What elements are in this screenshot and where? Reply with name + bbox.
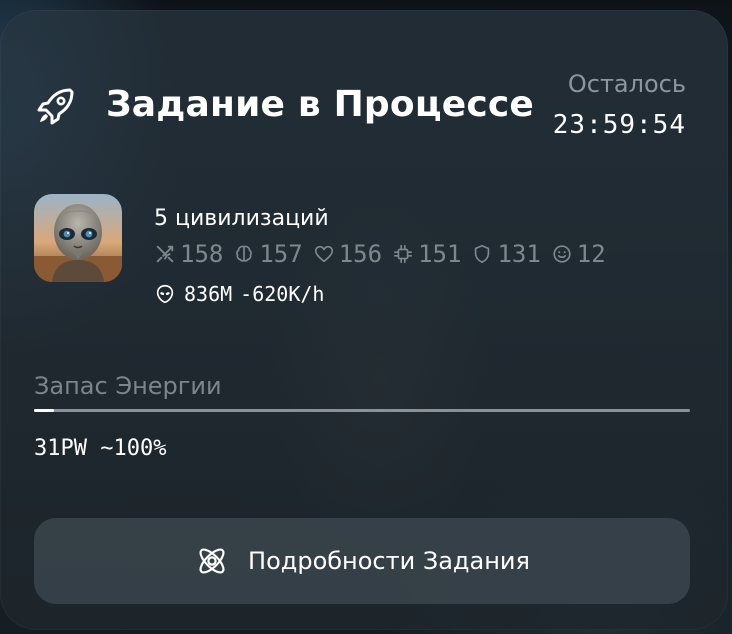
civilization-count: 5 цивилизаций	[154, 206, 329, 231]
energy-label: Запас Энергии	[34, 372, 222, 400]
stats-row: 158 157 156 151 131 12	[154, 240, 606, 268]
stat-value: 157	[259, 240, 303, 268]
rocket-icon	[36, 86, 76, 126]
remaining-label: Осталось	[567, 70, 686, 98]
task-details-button[interactable]: Подробности Задания	[34, 518, 690, 604]
population-value: 836M	[184, 282, 233, 306]
stat-value: 12	[576, 240, 606, 268]
stat-value: 151	[418, 240, 462, 268]
smile-icon	[553, 245, 571, 263]
alien-avatar	[34, 194, 122, 282]
population-rate-value: -620K/h	[240, 282, 325, 306]
population-rate: 836M -620K/h	[154, 282, 324, 306]
stat-health: 156	[313, 240, 382, 268]
energy-value: 31PW ~100%	[34, 436, 167, 461]
shield-icon	[475, 244, 490, 264]
stat-value: 156	[338, 240, 383, 268]
task-title: Задание в Процессе	[106, 84, 535, 125]
countdown-timer: 23:59:54	[552, 110, 686, 140]
swords-icon	[156, 245, 174, 263]
brain-icon	[236, 245, 253, 262]
stat-technology: 151	[392, 240, 461, 268]
stat-value: 158	[180, 240, 224, 268]
stat-intellect: 157	[233, 240, 303, 268]
task-details-label: Подробности Задания	[248, 547, 530, 575]
energy-progress-fill	[34, 409, 54, 412]
stat-defense: 131	[471, 240, 541, 268]
task-card: Задание в Процессе Осталось 23:59:54 5 ц…	[0, 10, 728, 630]
heart-icon	[314, 245, 333, 263]
stat-attack: 158	[154, 240, 223, 268]
chip-icon	[394, 244, 413, 264]
atom-icon	[199, 548, 225, 574]
stat-happiness: 12	[551, 240, 606, 268]
energy-progress-bar	[34, 409, 690, 412]
stat-value: 131	[497, 240, 541, 268]
alien-head-icon	[156, 284, 174, 304]
